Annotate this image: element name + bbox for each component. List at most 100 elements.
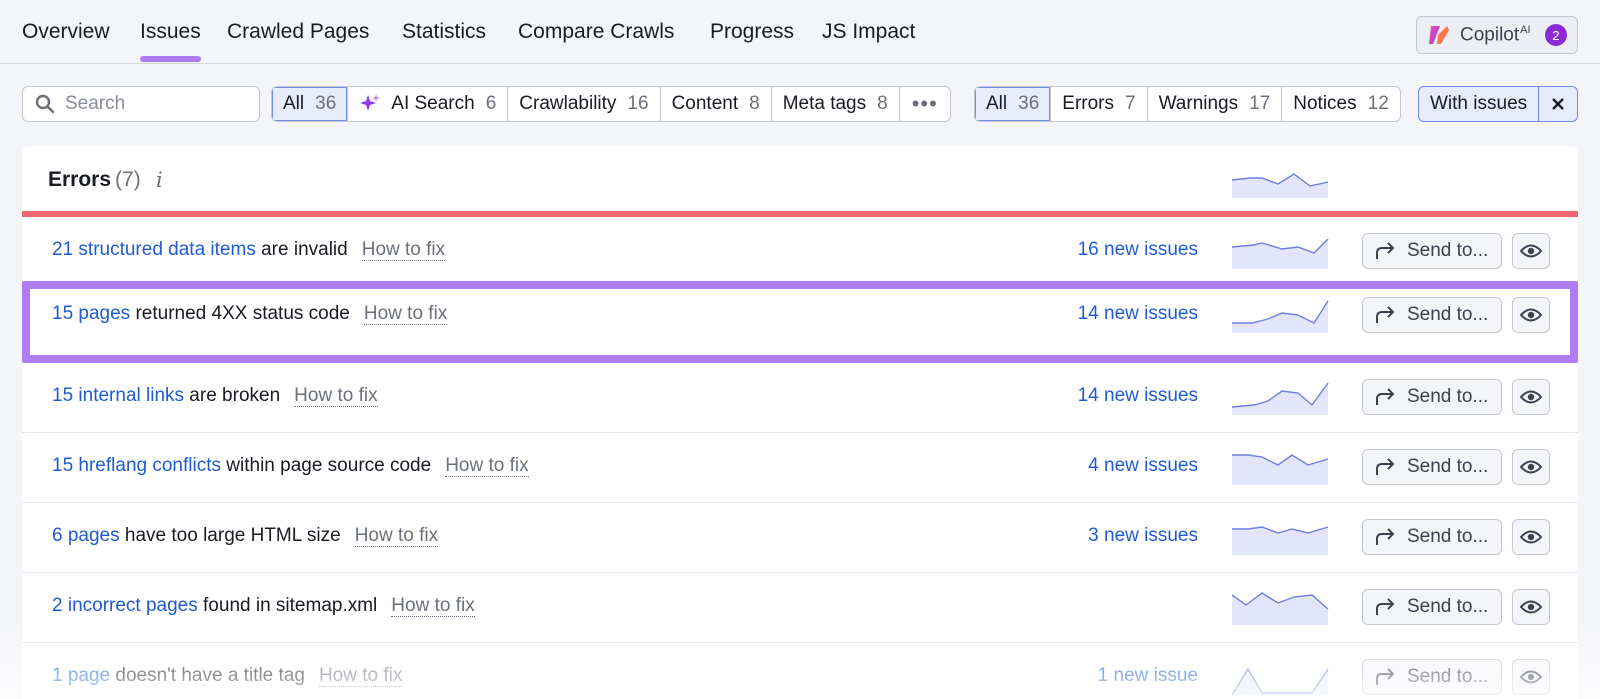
tab-compare-crawls[interactable]: Compare Crawls <box>518 20 674 64</box>
eye-icon <box>1520 460 1542 474</box>
issue-description: 1 page doesn't have a title tag How to fi… <box>52 665 403 687</box>
how-to-fix-link[interactable]: How to fix <box>318 665 403 687</box>
eye-icon <box>1520 530 1542 544</box>
how-to-fix-link[interactable]: How to fix <box>361 239 446 261</box>
issue-row: 15 internal links are broken How to fix 1… <box>22 363 1578 433</box>
issue-link[interactable]: 15 internal links <box>52 385 184 406</box>
issue-row: 15 hreflang conflicts within page source… <box>22 433 1578 503</box>
send-to-button[interactable]: Send to... <box>1362 519 1502 555</box>
issue-description: 15 internal links are broken How to fix <box>52 385 378 407</box>
category-filter-group: All 36 AI Search 6 Crawlability 16 Content 8… <box>271 86 951 122</box>
share-arrow-icon <box>1376 242 1395 259</box>
issue-description: 6 pages have too large HTML size How to f… <box>52 525 439 547</box>
issue-link[interactable]: 6 pages <box>52 525 120 546</box>
how-to-fix-link[interactable]: How to fix <box>354 525 439 547</box>
with-issues-filter-chip[interactable]: With issues <box>1418 86 1578 122</box>
clear-filter-button[interactable] <box>1539 87 1577 121</box>
send-to-button[interactable]: Send to... <box>1362 379 1502 415</box>
errors-title: Errors (7) <box>48 168 141 191</box>
send-to-button[interactable]: Send to... <box>1362 589 1502 625</box>
send-to-button[interactable]: Send to... <box>1362 449 1502 485</box>
share-arrow-icon <box>1376 528 1395 545</box>
view-issue-button[interactable] <box>1512 233 1550 269</box>
issue-trend-sparkline <box>1232 382 1329 415</box>
tab-progress[interactable]: Progress <box>710 20 794 64</box>
how-to-fix-link[interactable]: How to fix <box>391 595 475 617</box>
share-arrow-icon <box>1376 458 1395 475</box>
view-issue-button[interactable] <box>1512 589 1550 625</box>
share-arrow-icon <box>1376 306 1395 323</box>
new-issues-link[interactable]: 3 new issues <box>1088 525 1198 547</box>
issue-trend-sparkline <box>1232 238 1329 269</box>
issue-row: 1 page doesn't have a title tag How to fi… <box>22 643 1578 699</box>
issue-link[interactable]: 15 pages <box>52 303 130 324</box>
severity-all[interactable]: All 36 <box>975 87 1052 121</box>
send-to-button[interactable]: Send to... <box>1362 233 1502 269</box>
info-icon[interactable]: i <box>156 168 163 192</box>
issue-row-highlighted: 15 pages returned 4XX status code How to … <box>22 281 1578 363</box>
view-issue-button[interactable] <box>1512 659 1550 695</box>
issue-link[interactable]: 21 structured data items <box>52 239 256 260</box>
new-issues-link[interactable]: 4 new issues <box>1088 455 1198 477</box>
issue-description: 15 pages returned 4XX status code How to … <box>52 303 448 325</box>
close-icon <box>1552 98 1564 110</box>
tab-crawled-pages[interactable]: Crawled Pages <box>227 20 369 64</box>
new-issues-link[interactable]: 14 new issues <box>1078 385 1198 407</box>
new-issues-link[interactable]: 14 new issues <box>1078 303 1198 325</box>
severity-notices[interactable]: Notices 12 <box>1282 87 1400 121</box>
eye-icon <box>1520 308 1542 322</box>
send-to-button[interactable]: Send to... <box>1362 659 1502 695</box>
with-issues-label: With issues <box>1419 87 1540 121</box>
view-issue-button[interactable] <box>1512 379 1550 415</box>
search-icon <box>35 94 55 114</box>
share-arrow-icon <box>1376 388 1395 405</box>
share-arrow-icon <box>1376 668 1395 685</box>
issue-row: 2 incorrect pages found in sitemap.xml Ho… <box>22 573 1578 643</box>
view-issue-button[interactable] <box>1512 297 1550 333</box>
copilot-notification-badge: 2 <box>1545 24 1567 46</box>
issue-trend-sparkline <box>1232 454 1329 485</box>
category-crawlability[interactable]: Crawlability 16 <box>508 87 661 121</box>
severity-errors[interactable]: Errors 7 <box>1051 87 1148 121</box>
errors-trend-sparkline <box>1232 173 1329 198</box>
eye-icon <box>1520 600 1542 614</box>
issue-description: 2 incorrect pages found in sitemap.xml Ho… <box>52 595 475 617</box>
tab-overview[interactable]: Overview <box>22 20 110 64</box>
copilot-label: CopilotAI <box>1460 23 1531 46</box>
issue-link[interactable]: 1 page <box>52 665 110 686</box>
severity-warnings[interactable]: Warnings 17 <box>1148 87 1283 121</box>
new-issues-link[interactable]: 1 new issue <box>1098 665 1198 687</box>
tab-js-impact[interactable]: JS Impact <box>822 20 915 64</box>
issue-link[interactable]: 15 hreflang conflicts <box>52 455 221 476</box>
category-meta-tags[interactable]: Meta tags 8 <box>772 87 900 121</box>
send-to-button[interactable]: Send to... <box>1362 297 1502 333</box>
category-ai-search[interactable]: AI Search 6 <box>348 87 509 121</box>
how-to-fix-link[interactable]: How to fix <box>294 385 378 407</box>
more-categories-button[interactable]: ••• <box>900 87 950 121</box>
errors-card: Errors (7) i 21 structured data items are… <box>22 146 1578 699</box>
issue-trend-sparkline <box>1232 667 1329 695</box>
tab-issues[interactable]: Issues <box>140 20 201 64</box>
category-content[interactable]: Content 8 <box>661 87 772 121</box>
severity-filter-group: All 36 Errors 7 Warnings 17 Notices 12 <box>974 86 1401 122</box>
view-issue-button[interactable] <box>1512 449 1550 485</box>
how-to-fix-link[interactable]: How to fix <box>445 455 529 477</box>
top-navigation: Overview Issues Crawled Pages Statistics… <box>0 0 1600 64</box>
issue-link[interactable]: 2 incorrect pages <box>52 595 198 616</box>
search-input[interactable] <box>65 93 245 115</box>
issue-row: 21 structured data items are invalid How … <box>22 217 1578 287</box>
issue-trend-sparkline <box>1232 592 1329 625</box>
issue-trend-sparkline <box>1232 300 1329 333</box>
tab-statistics[interactable]: Statistics <box>402 20 486 64</box>
share-arrow-icon <box>1376 598 1395 615</box>
search-field[interactable] <box>22 86 260 122</box>
ai-sparkle-icon <box>360 94 381 111</box>
issue-row: 6 pages have too large HTML size How to f… <box>22 503 1578 573</box>
how-to-fix-link[interactable]: How to fix <box>363 303 448 325</box>
category-all[interactable]: All 36 <box>272 87 349 121</box>
view-issue-button[interactable] <box>1512 519 1550 555</box>
new-issues-link[interactable]: 16 new issues <box>1078 239 1198 261</box>
issue-trend-sparkline <box>1232 526 1329 555</box>
eye-icon <box>1520 670 1542 684</box>
copilot-button[interactable]: CopilotAI 2 <box>1416 16 1578 54</box>
